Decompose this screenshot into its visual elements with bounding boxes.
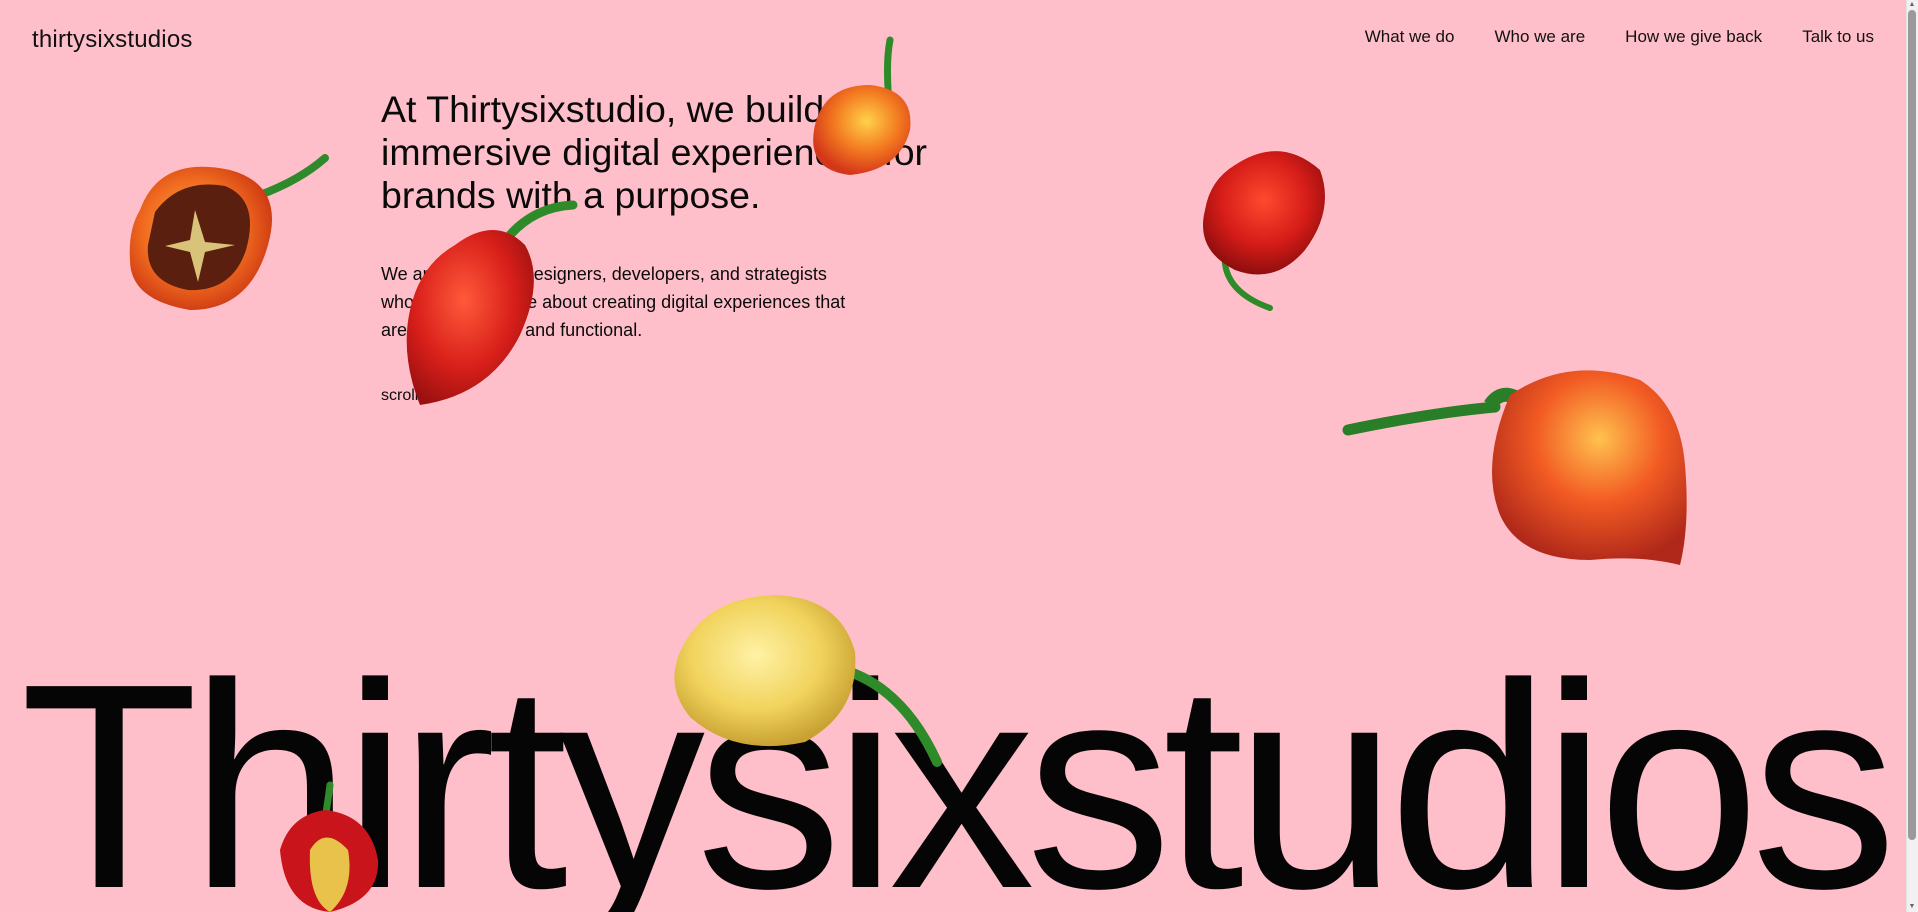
pepper-orange-icon xyxy=(813,36,911,175)
pepper-red-icon xyxy=(1203,151,1325,311)
scroll-up-icon[interactable]: ▲ xyxy=(1908,1,1916,9)
pepper-yellow-icon xyxy=(674,595,942,767)
scroll-down-icon[interactable]: ▼ xyxy=(1908,903,1916,911)
nav-item-who-we-are[interactable]: Who we are xyxy=(1494,27,1585,47)
scrollbar-thumb[interactable] xyxy=(1908,10,1916,840)
nav-item-what-we-do[interactable]: What we do xyxy=(1365,27,1455,47)
nav-item-talk-to-us[interactable]: Talk to us xyxy=(1802,27,1874,47)
pepper-halved-icon xyxy=(129,154,329,310)
nav-item-how-we-give-back[interactable]: How we give back xyxy=(1625,27,1762,47)
pepper-halved-icon xyxy=(280,781,379,912)
main-nav: What we do Who we are How we give back T… xyxy=(1365,27,1874,47)
page: thirtysixstudios What we do Who we are H… xyxy=(0,0,1918,912)
pepper-red-icon xyxy=(406,200,578,405)
logo-link[interactable]: thirtysixstudios xyxy=(32,26,193,54)
pepper-orange-icon xyxy=(1342,370,1687,565)
